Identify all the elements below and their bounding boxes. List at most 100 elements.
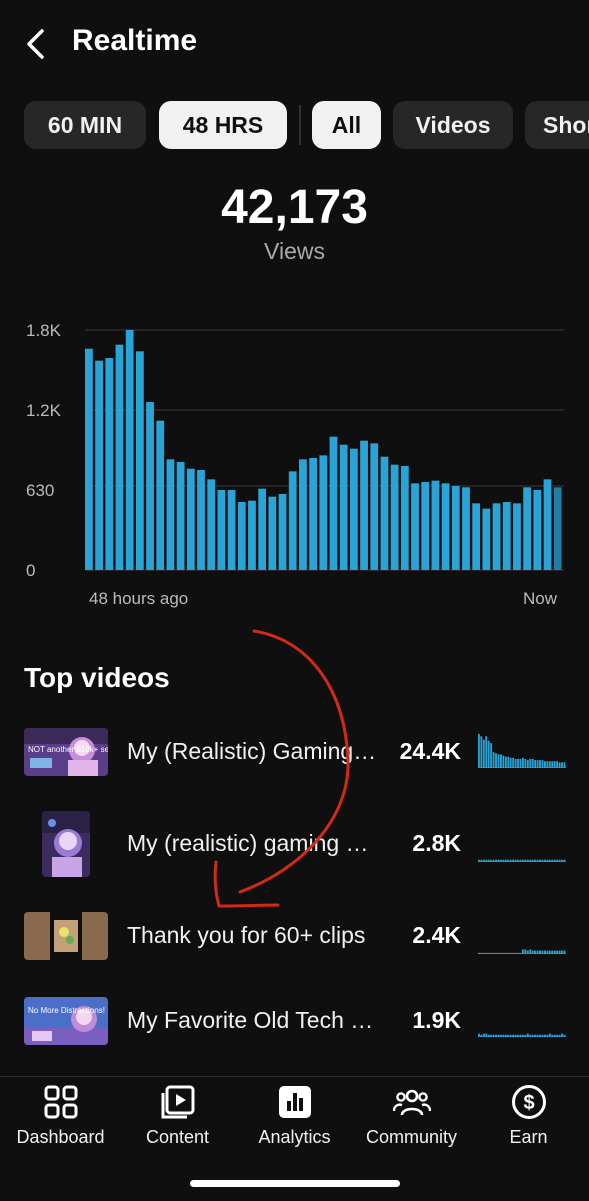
video-row[interactable]: NOT another $10k+ setup vid My (Realisti… — [0, 718, 589, 788]
chart-bar — [309, 458, 317, 570]
sparkline-bar — [556, 1034, 559, 1037]
sparkline-bar — [492, 1034, 495, 1037]
sparkline-bar — [534, 859, 537, 862]
sparkline-bar — [492, 859, 495, 862]
video-sparkline — [478, 734, 566, 768]
nav-earn[interactable]: $ Earn — [470, 1083, 587, 1148]
chart-bar — [85, 348, 93, 570]
chart-bar — [431, 480, 440, 570]
sparkline-bar — [526, 760, 529, 768]
video-thumbnail[interactable]: No More Distractions! — [24, 997, 108, 1045]
chart-bar — [176, 462, 185, 570]
sparkline-bar — [497, 1034, 500, 1037]
sparkline-bar — [558, 859, 561, 862]
video-title: My (Realistic) Gaming Setup — [127, 738, 379, 764]
video-sparkline — [478, 949, 566, 954]
sparkline-bar — [519, 952, 522, 954]
sparkline-bar — [485, 1033, 488, 1037]
chart-bar — [217, 490, 226, 570]
sparkline-bar — [539, 760, 541, 768]
video-thumbnail[interactable] — [24, 912, 108, 960]
sparkline-bar — [487, 859, 490, 862]
sparkline-bar — [480, 859, 483, 862]
chart-bar — [482, 508, 491, 570]
chart-bar — [492, 503, 501, 570]
sparkline-bar — [522, 1034, 524, 1037]
svg-text:$: $ — [523, 1092, 534, 1114]
chart-bar — [441, 483, 450, 570]
sparkline-bar — [551, 950, 554, 954]
x-end-label: Now — [522, 589, 557, 608]
sparkline-bar — [514, 758, 517, 768]
dashboard-icon — [44, 1085, 77, 1119]
chart-bar — [543, 479, 552, 570]
sparkline-bar — [504, 952, 507, 954]
sparkline-bar — [551, 1034, 554, 1037]
sparkline-bar — [487, 740, 490, 768]
sparkline-bar — [519, 758, 522, 768]
chart-bar — [370, 443, 379, 570]
nav-analytics[interactable]: Analytics — [236, 1083, 353, 1148]
chart-bar — [207, 479, 216, 570]
sparkline-bar — [502, 859, 505, 862]
video-thumbnail[interactable]: NOT another $10k+ setup vid — [24, 728, 108, 776]
chart-bar — [339, 444, 348, 570]
chart-bar — [299, 459, 307, 570]
sparkline-bar — [480, 736, 483, 768]
sparkline-bar — [541, 1034, 544, 1037]
chart-bar — [390, 464, 399, 570]
sparkline-bar — [500, 754, 502, 768]
sparkline-bar — [500, 1034, 502, 1037]
chart-bar — [227, 490, 236, 570]
sparkline-bar — [519, 1034, 522, 1037]
nav-dashboard[interactable]: Dashboard — [2, 1083, 119, 1148]
chart-bar — [146, 402, 154, 570]
video-thumbnail[interactable] — [42, 811, 90, 877]
nav-community[interactable]: Community — [353, 1083, 470, 1148]
nav-label: Content — [145, 1127, 210, 1147]
sparkline-bar — [509, 952, 512, 954]
sparkline-bar — [553, 950, 556, 954]
chart-bar — [400, 466, 409, 570]
sparkline-bar — [553, 1034, 556, 1037]
sparkline-bar — [524, 758, 527, 768]
sparkline-bar — [517, 952, 519, 954]
sparkline-bar — [514, 952, 517, 954]
sparkline-bar — [502, 1034, 505, 1037]
video-row[interactable]: My (realistic) gaming setup 2.8K — [0, 810, 589, 880]
chart-bar — [502, 502, 511, 570]
chart-bar — [197, 470, 205, 570]
sparkline-bar — [553, 859, 556, 862]
chart-bar — [166, 459, 175, 570]
sparkline-bar — [558, 950, 561, 954]
community-icon — [392, 1089, 431, 1116]
chart-bar — [156, 420, 165, 570]
chart-bar — [513, 503, 521, 570]
chart-bar — [248, 500, 256, 570]
sparkline-bar — [512, 757, 515, 768]
sparkline-bar — [502, 952, 505, 954]
sparkline-bar — [509, 757, 512, 768]
sparkline-bar — [524, 1034, 527, 1037]
sparkline-bar — [536, 760, 539, 768]
sparkline-bar — [507, 1034, 510, 1037]
sparkline-bar — [544, 950, 546, 954]
sparkline-bar — [563, 1034, 566, 1037]
video-row[interactable]: Thank you for 60+ clips 2.4K — [0, 902, 589, 972]
nav-content[interactable]: Content — [119, 1083, 236, 1148]
sparkline-bar — [539, 1034, 541, 1037]
video-views: 1.9K — [412, 1007, 461, 1033]
sparkline-bar — [548, 950, 551, 954]
video-row[interactable]: No More Distractions! My Favorite Old Te… — [0, 987, 589, 1057]
video-title: Thank you for 60+ clips — [127, 922, 366, 948]
chart-bar — [95, 360, 103, 570]
sparkline-bar — [531, 859, 534, 862]
sparkline-bar — [544, 1034, 546, 1037]
sparkline-bar — [485, 859, 488, 862]
sparkline-bar — [500, 859, 502, 862]
sparkline-bar — [546, 859, 549, 862]
sparkline-bar — [539, 859, 541, 862]
chart-bar — [380, 456, 389, 570]
chart-bar — [125, 330, 134, 570]
sparkline-bar — [522, 859, 524, 862]
